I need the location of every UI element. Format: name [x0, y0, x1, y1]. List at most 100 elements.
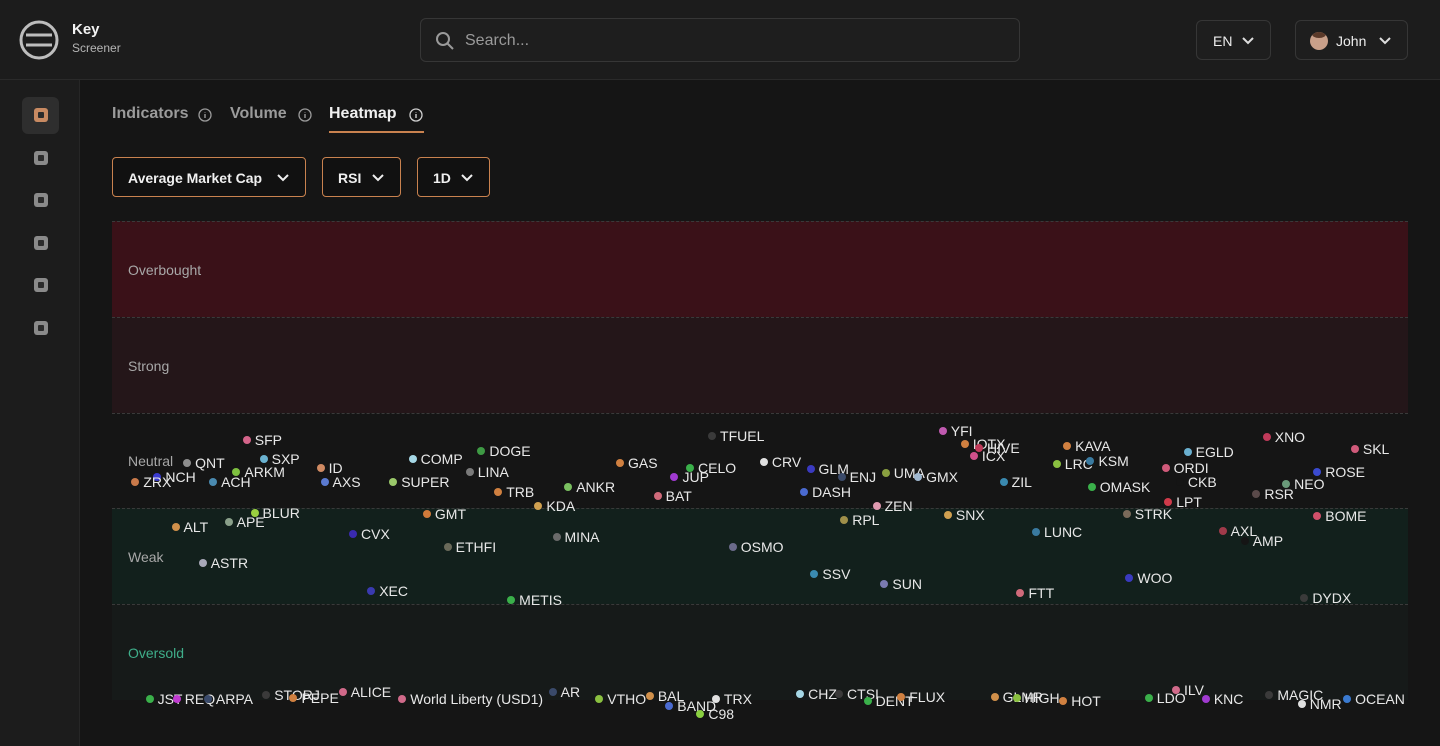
coin-dot: [1350, 445, 1359, 453]
coin-dot: [1122, 509, 1131, 518]
coin-label: NMR: [1309, 695, 1342, 712]
coin-label: ENJ: [849, 468, 877, 485]
coin-dot: [507, 595, 516, 604]
coin-label: SUN: [892, 575, 922, 592]
coin-dot: [242, 435, 251, 444]
coin-dot: [534, 501, 543, 510]
indicator-select[interactable]: RSI: [322, 157, 401, 197]
coin-dot: [1032, 527, 1041, 536]
sidebar-item-camera[interactable]: [22, 182, 59, 219]
tab-label: Heatmap: [329, 105, 397, 122]
coin-dot: [810, 569, 819, 578]
info-icon[interactable]: [409, 108, 423, 122]
tab-volume[interactable]: Volume: [230, 105, 314, 133]
lock-icon: [34, 320, 48, 335]
select-value: Average Market Cap: [128, 170, 263, 186]
coin-label: KSM: [1098, 452, 1129, 469]
info-icon[interactable]: [198, 108, 212, 122]
info-icon[interactable]: [298, 108, 312, 122]
home-icon: [34, 108, 48, 122]
coin-label: AR: [560, 684, 581, 701]
band-oversold: Oversold: [112, 604, 1408, 700]
coin-dot: [653, 491, 662, 500]
band-weak: Weak: [112, 508, 1408, 605]
search-input[interactable]: [465, 29, 1005, 53]
coin-dot: [1297, 699, 1306, 708]
timeframe-select[interactable]: 1D: [417, 157, 490, 197]
coin-label: SFP: [254, 431, 283, 448]
coin-dot: [224, 517, 233, 526]
language-select[interactable]: EN: [1196, 20, 1271, 60]
logo-icon[interactable]: [18, 19, 60, 61]
coin-label: ZRX: [143, 474, 172, 491]
coin-dot: [171, 523, 180, 532]
coin-label: AMP: [1252, 533, 1284, 550]
sidebar-item-home[interactable]: [22, 97, 59, 134]
coin-dot: [1183, 448, 1192, 457]
sidebar-item-dollar[interactable]: [22, 267, 59, 304]
sidebar-item-lock[interactable]: [22, 310, 59, 347]
market-cap-select[interactable]: Average Market Cap: [112, 157, 306, 197]
coin-label: GMT: [434, 505, 467, 522]
coin-dot: [494, 487, 503, 496]
coin-label: QNT: [195, 454, 225, 471]
coin-label: FTT: [1028, 585, 1055, 602]
coin-label: YFI: [950, 423, 973, 440]
chevron-down-icon: [1242, 37, 1254, 45]
tab-label: Indicators: [112, 105, 189, 122]
tab-heatmap[interactable]: Heatmap: [329, 105, 424, 133]
coin-dot: [1172, 685, 1181, 694]
coin-label: DYDX: [1312, 590, 1352, 607]
coin-label: ANKR: [576, 478, 616, 495]
coin-label: ALICE: [350, 684, 392, 701]
coin-dot: [728, 542, 737, 551]
coin-dot: [1164, 497, 1173, 506]
coin-label: VTHO: [607, 691, 647, 708]
coin-label: TFUEL: [720, 427, 765, 444]
tab-indicators[interactable]: Indicators: [112, 105, 216, 133]
coin-dot: [564, 482, 573, 491]
camera-icon: [34, 193, 48, 207]
coin-label: AXS: [332, 474, 361, 491]
coin-label: KNC: [1213, 691, 1244, 708]
coin-dot: [367, 586, 376, 595]
coin-label: CTSI: [847, 686, 879, 703]
coin-label: LDO: [1156, 690, 1186, 707]
coin-dot: [645, 691, 654, 700]
coin-dot: [595, 695, 604, 704]
coin-dot: [398, 695, 407, 704]
coin-dot: [145, 695, 154, 704]
coin-label: CHZ: [808, 686, 837, 703]
sidebar-item-charts[interactable]: [22, 140, 59, 177]
coin-label: ROSE: [1325, 464, 1365, 481]
sidebar-item-grid[interactable]: [22, 225, 59, 262]
coin-label: OCEAN: [1355, 691, 1405, 708]
coin-label: XNO: [1274, 428, 1306, 445]
coin-label: CKB: [1187, 474, 1217, 491]
coin-label: OSMO: [740, 538, 784, 555]
coin-dot: [696, 710, 705, 719]
coin-dot: [616, 458, 625, 467]
search-box[interactable]: [420, 18, 1020, 62]
band-label: Oversold: [128, 645, 185, 662]
coin-label: EGLD: [1195, 444, 1234, 461]
chevron-down-icon: [461, 174, 473, 182]
user-name: John: [1336, 33, 1367, 49]
coin-dot: [183, 458, 192, 467]
coin-dot: [708, 431, 717, 440]
coin-label: TRB: [506, 483, 535, 500]
chevron-down-icon: [277, 174, 289, 182]
coin-dot: [711, 695, 720, 704]
charts-icon: [34, 150, 48, 165]
coin-label: C98: [708, 706, 735, 723]
coin-dot: [1144, 694, 1153, 703]
chevron-down-icon: [1379, 37, 1391, 45]
coin-dot: [759, 457, 768, 466]
coin-label: LINA: [477, 464, 509, 481]
coin-dot: [316, 463, 325, 472]
user-menu[interactable]: John: [1295, 20, 1408, 60]
coin-dot: [1175, 478, 1184, 487]
coin-dot: [837, 472, 846, 481]
coin-label: KDA: [546, 497, 576, 514]
band-label: Weak: [128, 549, 164, 566]
